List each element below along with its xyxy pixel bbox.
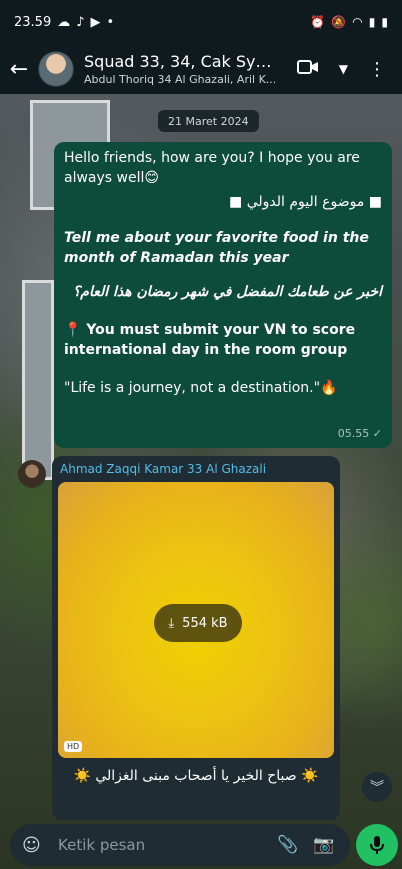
group-avatar[interactable] <box>38 51 74 87</box>
camera-icon[interactable]: 📷 <box>310 835 338 855</box>
download-size: 554 kB <box>182 615 228 631</box>
attach-icon[interactable]: 📎 <box>274 835 302 855</box>
message-line: "Life is a journey, not a destination."🔥 <box>64 380 338 396</box>
message-line-arabic: اخبر عن طعامك المفضل في شهر رمضان هذا ال… <box>72 284 382 300</box>
download-icon: ⤓ <box>168 615 175 631</box>
mic-button[interactable] <box>356 824 398 866</box>
message-input[interactable] <box>58 836 258 854</box>
chevron-down-icon[interactable]: ▼ <box>339 62 348 76</box>
message-line-arabic: ■ موضوع اليوم الدولي ■ <box>229 194 382 210</box>
cloud-icon: ☁ <box>57 14 71 30</box>
alarm-icon: ⏰ <box>310 15 326 29</box>
download-button[interactable]: ⤓ 554 kB <box>154 604 242 642</box>
incoming-message-bubble[interactable]: Ahmad Zaqqi Kamar 33 Al Ghazali ⤓ 554 kB… <box>52 456 340 820</box>
sender-avatar[interactable] <box>18 460 46 488</box>
mic-icon <box>370 836 384 854</box>
image-caption: ☀️ صباح الخير يا أصحاب مبنى الغزالي ☀️ <box>73 768 319 784</box>
message-line: Tell me about your favorite food in the … <box>64 230 369 266</box>
youtube-icon: ▶ <box>90 14 101 30</box>
status-time: 23.59 <box>14 14 52 30</box>
date-chip: 21 Maret 2024 <box>158 110 259 132</box>
outgoing-message-bubble[interactable]: Hello friends, how are you? I hope you a… <box>54 142 392 448</box>
silent-icon: 🔕 <box>331 15 347 29</box>
signal-icon: ▮ <box>368 15 376 29</box>
chat-members: Abdul Thoriq 34 Al Ghazali, Aril K... <box>84 73 277 86</box>
wallpaper-window <box>22 280 54 480</box>
battery-icon: ▮ <box>381 15 388 29</box>
dot-icon: • <box>106 14 115 30</box>
video-call-icon[interactable] <box>296 59 319 80</box>
message-input-bar: ☺ 📎 📷 <box>10 824 350 866</box>
double-chevron-down-icon: ︾ <box>370 780 384 796</box>
back-arrow-icon[interactable]: ← <box>0 57 38 82</box>
tiktok-icon: ♪ <box>76 14 85 30</box>
more-vert-icon[interactable]: ⋮ <box>368 59 386 80</box>
sender-name[interactable]: Ahmad Zaqqi Kamar 33 Al Ghazali <box>60 462 334 476</box>
image-attachment[interactable]: ⤓ 554 kB HD <box>58 482 334 758</box>
message-time: 05.55 ✓ <box>337 427 382 440</box>
chat-title-area[interactable]: Squad 33, 34, Cak Syahri... Abdul Thoriq… <box>84 52 280 86</box>
wifi-icon: ◠ <box>352 15 363 29</box>
status-bar: 23.59 ☁ ♪ ▶ • ⏰ 🔕 ◠ ▮ ▮ <box>0 0 402 44</box>
message-line: Hello friends, how are you? I hope you a… <box>64 150 360 186</box>
chat-header: ← Squad 33, 34, Cak Syahri... Abdul Thor… <box>0 44 402 94</box>
scroll-down-button[interactable]: ︾ <box>362 772 392 802</box>
emoji-icon[interactable]: ☺ <box>22 835 50 856</box>
hd-badge: HD <box>64 741 83 752</box>
message-line: 📍 You must submit your VN to score inter… <box>64 322 356 358</box>
chat-title: Squad 33, 34, Cak Syahri... <box>84 52 280 71</box>
